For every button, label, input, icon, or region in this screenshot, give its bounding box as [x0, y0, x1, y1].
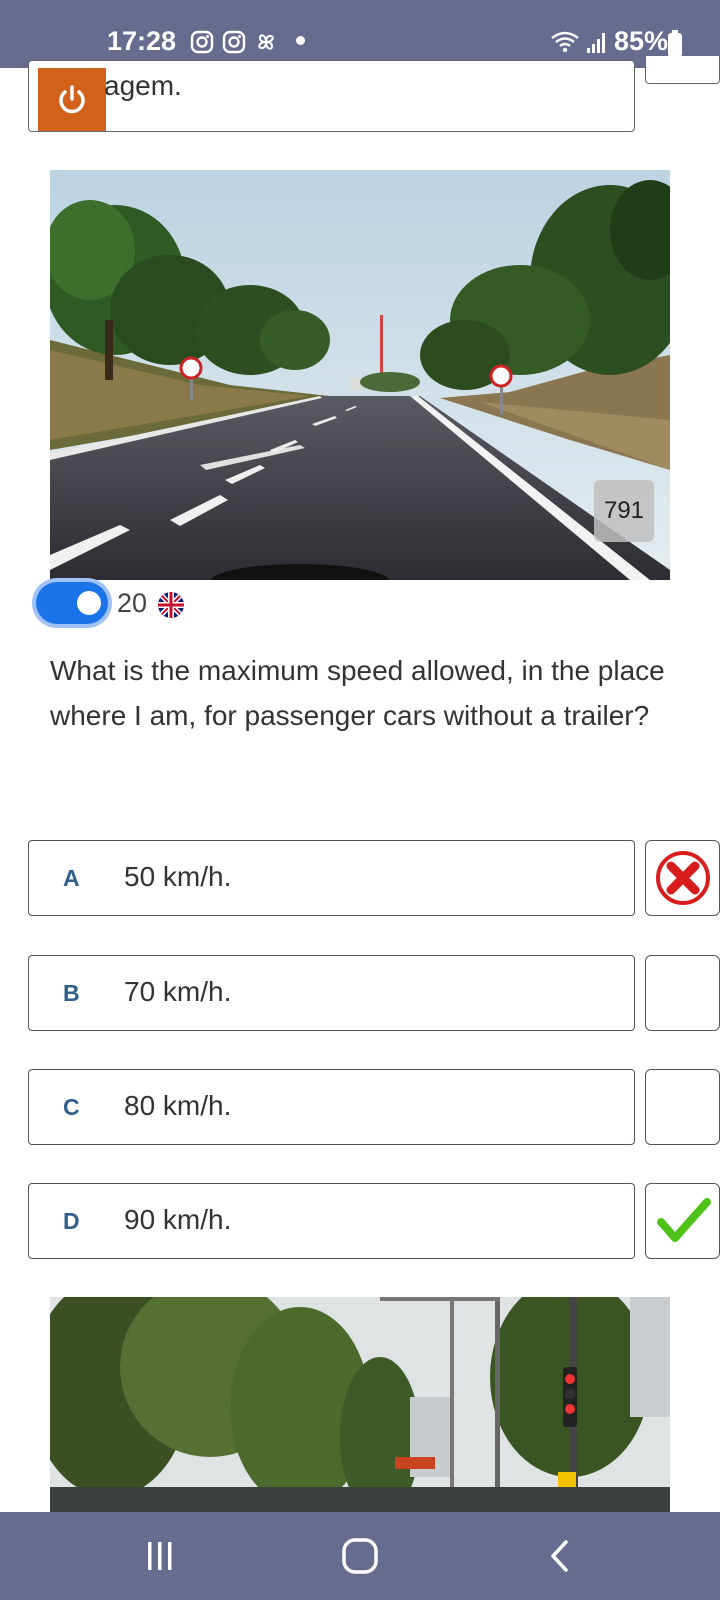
- answer-a-mark-box[interactable]: [645, 840, 720, 916]
- answer-option-a[interactable]: A 50 km/h.: [28, 840, 635, 916]
- instagram-icon: [190, 30, 214, 54]
- answer-c-mark-box[interactable]: [645, 1069, 720, 1145]
- pinwheel-icon: [258, 34, 274, 50]
- next-question-image: [50, 1297, 670, 1512]
- answer-d-mark-box[interactable]: [645, 1183, 720, 1259]
- home-button[interactable]: [330, 1534, 390, 1578]
- answer-letter: A: [63, 865, 80, 891]
- translation-toggle[interactable]: [36, 582, 108, 624]
- wrong-x-icon: [655, 851, 710, 905]
- signal-icon: [586, 32, 605, 53]
- answer-option-c[interactable]: C 80 km/h.: [28, 1069, 635, 1145]
- answer-letter: D: [63, 1208, 80, 1234]
- previous-card-text: agem.: [104, 70, 182, 101]
- home-icon: [342, 1538, 378, 1574]
- power-icon: [59, 84, 85, 113]
- answer-text: 80 km/h.: [124, 1090, 232, 1121]
- battery-icon: [668, 33, 682, 57]
- toggle-knob: [77, 591, 101, 615]
- answer-option-d[interactable]: D 90 km/h.: [28, 1183, 635, 1259]
- question-number-badge: 791: [594, 480, 654, 542]
- status-time: 17:28: [107, 26, 177, 56]
- back-button[interactable]: [530, 1534, 590, 1578]
- question-text: What is the maximum speed allowed, in th…: [50, 655, 665, 731]
- answer-text: 70 km/h.: [124, 976, 232, 1007]
- answer-text: 90 km/h.: [124, 1204, 232, 1235]
- notification-icons: [190, 30, 278, 54]
- status-bar: 17:28 85%: [0, 0, 720, 68]
- uk-flag-icon[interactable]: [158, 592, 184, 618]
- answer-text: 50 km/h.: [124, 861, 232, 892]
- system-nav-bar: [0, 1512, 720, 1600]
- battery-percentage: 85%: [613, 26, 668, 56]
- answer-option-b[interactable]: B 70 km/h.: [28, 955, 635, 1031]
- answer-b-mark-box[interactable]: [645, 955, 720, 1031]
- previous-mark-box[interactable]: [645, 56, 720, 84]
- answer-letter: C: [63, 1094, 80, 1120]
- status-right: 85%: [550, 26, 668, 57]
- instagram-icon-2: [222, 30, 246, 54]
- recent-apps-icon: [148, 1542, 172, 1570]
- correct-check-icon: [656, 1198, 711, 1242]
- back-icon: [551, 1540, 568, 1572]
- translation-count: 20: [117, 588, 148, 618]
- question-image: [50, 170, 670, 580]
- more-notifications-dot: [296, 36, 305, 45]
- recent-apps-button[interactable]: [130, 1534, 190, 1578]
- answer-letter: B: [63, 980, 80, 1006]
- wifi-icon: [551, 31, 579, 52]
- power-button[interactable]: [38, 68, 106, 131]
